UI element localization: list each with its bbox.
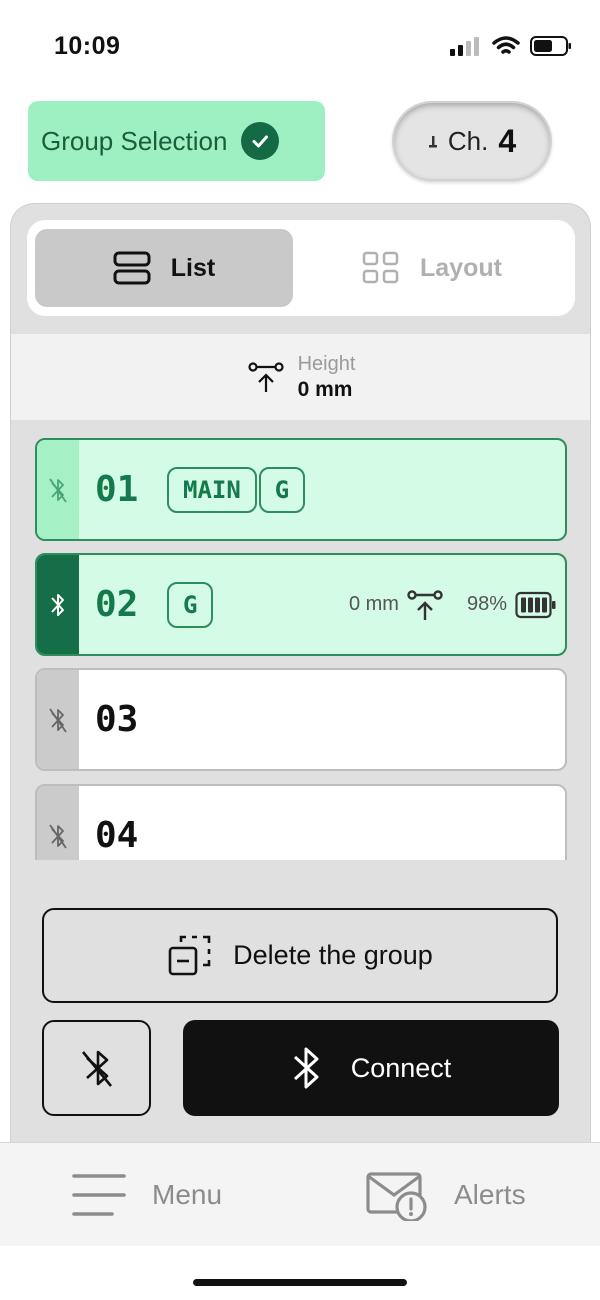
group-panel: List Layout Height 0 mm 01 MAIN G 02 G 0… bbox=[10, 203, 591, 1163]
device-row-02[interactable]: 02 G 0 mm 98% bbox=[35, 553, 567, 656]
hamburger-menu-icon bbox=[72, 1174, 126, 1216]
channel-selector[interactable]: Ch. 4 bbox=[392, 101, 552, 181]
height-value: 0 mm bbox=[297, 378, 353, 401]
alert-mail-icon bbox=[366, 1172, 427, 1221]
height-lift-icon bbox=[247, 362, 284, 392]
view-toggle: List Layout bbox=[27, 220, 575, 316]
height-readout: Height 0 mm bbox=[11, 334, 590, 420]
device-tags: MAIN G bbox=[167, 440, 306, 539]
bluetooth-disabled-icon bbox=[37, 670, 79, 769]
delete-group-label: Delete the group bbox=[233, 940, 433, 970]
status-bar: 10:09 bbox=[0, 0, 600, 90]
delete-group-button[interactable]: Delete the group bbox=[42, 908, 558, 1003]
list-icon bbox=[113, 251, 151, 285]
height-label: Height bbox=[297, 353, 356, 375]
device-status: 0 mm 98% bbox=[349, 555, 557, 654]
bluetooth-connected-icon bbox=[37, 555, 79, 654]
list-view-tab[interactable]: List bbox=[35, 229, 293, 307]
bluetooth-disabled-icon bbox=[37, 440, 79, 539]
status-icons bbox=[450, 36, 572, 56]
layout-view-label: Layout bbox=[420, 253, 502, 282]
device-list: 01 MAIN G 02 G 0 mm 98% 03 04 bbox=[35, 438, 567, 860]
tab-menu[interactable]: Menu bbox=[72, 1143, 222, 1247]
group-selection-badge[interactable]: Group Selection bbox=[28, 101, 325, 181]
layout-view-tab[interactable]: Layout bbox=[303, 229, 561, 307]
ungroup-icon bbox=[168, 935, 211, 975]
device-tag: G bbox=[167, 581, 214, 628]
device-number: 04 bbox=[95, 815, 139, 856]
home-indicator bbox=[193, 1279, 407, 1286]
connect-button[interactable]: Connect bbox=[183, 1020, 559, 1116]
check-circle-icon bbox=[241, 122, 280, 160]
device-number: 03 bbox=[95, 699, 139, 740]
device-tag: G bbox=[258, 466, 306, 513]
device-battery-percent: 98% bbox=[466, 593, 507, 615]
bluetooth-disabled-icon bbox=[81, 1050, 112, 1087]
height-lift-icon bbox=[407, 589, 443, 620]
device-number: 01 bbox=[95, 469, 139, 510]
channel-number: 4 bbox=[498, 122, 517, 159]
battery-status-icon bbox=[530, 36, 571, 56]
bluetooth-disabled-icon bbox=[37, 786, 79, 860]
tab-alerts[interactable]: Alerts bbox=[366, 1143, 526, 1247]
device-number: 02 bbox=[95, 584, 139, 625]
grid-icon bbox=[362, 251, 399, 284]
list-view-label: List bbox=[170, 253, 216, 282]
bluetooth-off-button[interactable] bbox=[42, 1020, 151, 1116]
device-row-04[interactable]: 04 bbox=[35, 784, 567, 860]
device-height-value: 0 mm bbox=[348, 593, 399, 615]
wifi-icon bbox=[492, 36, 520, 54]
bluetooth-icon bbox=[293, 1047, 319, 1089]
tab-alerts-label: Alerts bbox=[454, 1179, 526, 1210]
channel-marker-icon bbox=[428, 136, 437, 148]
battery-full-icon bbox=[515, 591, 556, 618]
status-time: 10:09 bbox=[54, 32, 121, 60]
device-row-03[interactable]: 03 bbox=[35, 668, 567, 771]
device-tags: G bbox=[167, 555, 214, 654]
channel-label: Ch. bbox=[447, 125, 489, 156]
tab-menu-label: Menu bbox=[152, 1179, 223, 1210]
bottom-tab-bar: Menu Alerts bbox=[0, 1142, 600, 1246]
cellular-signal-icon bbox=[450, 37, 479, 56]
connect-label: Connect bbox=[350, 1052, 452, 1083]
device-tag: MAIN bbox=[167, 466, 257, 513]
group-selection-label: Group Selection bbox=[41, 125, 228, 156]
device-row-01[interactable]: 01 MAIN G bbox=[35, 438, 567, 541]
